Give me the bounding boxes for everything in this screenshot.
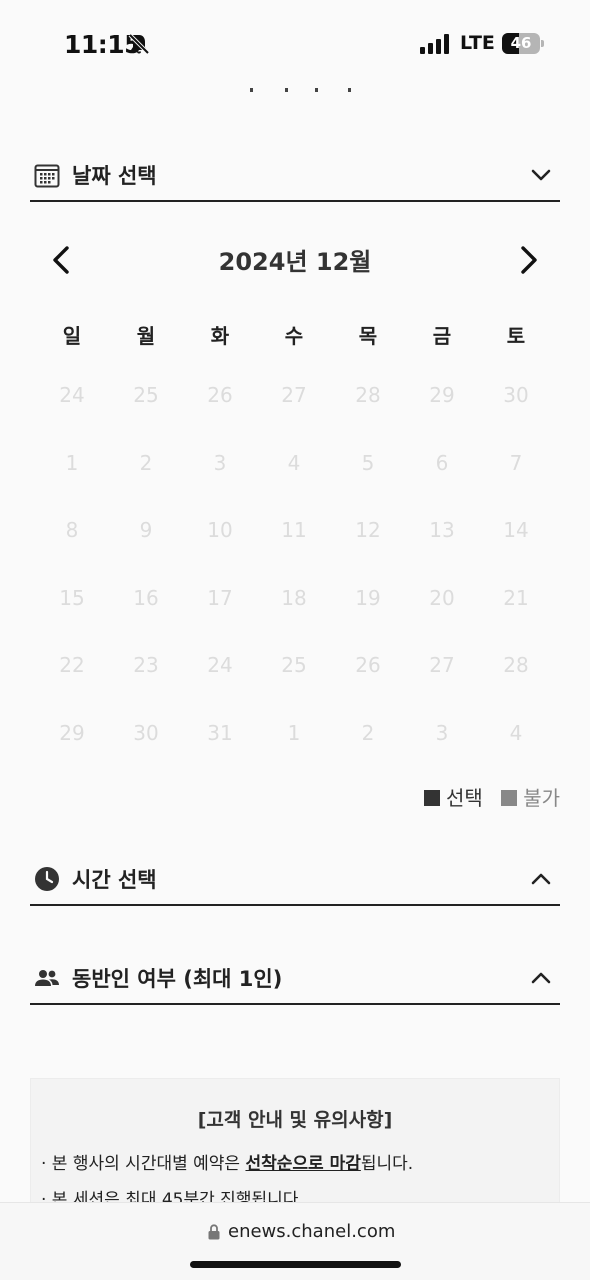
- calendar-day: 5: [361, 450, 375, 475]
- notice-line-1-suffix: 됩니다.: [360, 1154, 414, 1174]
- url-text[interactable]: enews.chanel.com: [228, 1221, 395, 1242]
- weekday-label: 목: [358, 324, 378, 348]
- chevron-up-icon[interactable]: [530, 868, 552, 890]
- status-bar: 11:15 LTE 46: [0, 0, 590, 90]
- calendar-day: 2: [139, 450, 153, 475]
- calendar-day-grid: 24 25 26 27 28 29 30 1 2 3 4 5 6 7 8 9 1…: [35, 380, 553, 785]
- lock-icon: [208, 1224, 220, 1240]
- clock-icon: [35, 867, 59, 891]
- cropped-text-fragment: [240, 84, 360, 94]
- home-indicator: [190, 1261, 401, 1268]
- calendar-day: 7: [509, 450, 523, 475]
- calendar-day: 24: [207, 653, 233, 677]
- calendar-day: 20: [429, 585, 455, 610]
- weekday-header-row: 일 월 화 수 목 금 토: [35, 320, 553, 350]
- calendar-legend: 선택 불가: [412, 782, 560, 811]
- calendar-day: 16: [133, 585, 159, 610]
- calendar-day: 30: [133, 720, 159, 745]
- calendar-day: 24: [59, 383, 85, 407]
- calendar-day: 22: [59, 653, 85, 677]
- calendar-icon: [34, 164, 60, 188]
- calendar-day: 1: [65, 450, 79, 475]
- calendar-day: 1: [287, 720, 301, 745]
- calendar-day: 19: [355, 585, 381, 610]
- battery-icon: 46: [502, 33, 540, 54]
- calendar-day: 25: [281, 653, 307, 677]
- chevron-up-icon[interactable]: [530, 967, 552, 989]
- companion-section-title: 동반인 여부 (최대 1인): [72, 967, 283, 991]
- calendar-day: 30: [503, 383, 529, 407]
- calendar-day: 31: [207, 720, 233, 745]
- calendar-day: 26: [355, 653, 381, 677]
- calendar-day: 28: [503, 653, 529, 677]
- calendar-day: 13: [429, 518, 455, 542]
- legend-unavailable-swatch: [501, 790, 518, 806]
- calendar-month-title: 2024년 12월: [218, 248, 372, 276]
- legend-unavailable-label: 불가: [523, 786, 560, 810]
- weekday-label: 토: [506, 324, 526, 348]
- date-section-header[interactable]: 날짜 선택: [30, 152, 560, 202]
- legend-selected: 선택: [424, 782, 483, 811]
- calendar-day: 26: [207, 383, 233, 407]
- calendar-day: 23: [133, 653, 159, 677]
- time-section-title: 시간 선택: [72, 868, 157, 892]
- calendar-day: 29: [59, 720, 85, 745]
- calendar-day: 27: [281, 383, 307, 407]
- calendar-day: 21: [503, 585, 529, 610]
- calendar-day: 27: [429, 653, 455, 677]
- chevron-down-icon[interactable]: [530, 164, 552, 186]
- signal-bars-icon: [420, 34, 449, 54]
- weekday-label: 금: [432, 324, 452, 348]
- calendar-day: 14: [503, 518, 529, 542]
- calendar-day: 3: [435, 720, 449, 745]
- notice-line-1: · 본 행사의 시간대별 예약은 선착순으로 마감됩니다.: [41, 1149, 413, 1174]
- legend-selected-label: 선택: [446, 786, 483, 810]
- notice-line-1-prefix: · 본 행사의 시간대별 예약은: [41, 1154, 246, 1174]
- bell-slash-icon: [128, 33, 150, 55]
- time-section-header[interactable]: 시간 선택: [30, 856, 560, 906]
- calendar: 2024년 12월 일 월 화 수 목 금 토 24 25 26 27 28 2…: [30, 230, 560, 745]
- calendar-day: 11: [281, 518, 307, 542]
- calendar-day: 3: [213, 450, 227, 475]
- calendar-day: 4: [509, 720, 523, 745]
- notice-line-1-emphasis: 선착순으로 마감: [245, 1154, 361, 1174]
- calendar-nav: 2024년 12월: [30, 230, 560, 290]
- weekday-label: 일: [62, 324, 82, 348]
- companion-section-header[interactable]: 동반인 여부 (최대 1인): [30, 955, 560, 1005]
- calendar-day: 9: [139, 518, 153, 542]
- calendar-day: 6: [435, 450, 449, 475]
- browser-address-bar[interactable]: enews.chanel.com: [0, 1202, 590, 1280]
- calendar-day: 2: [361, 720, 375, 745]
- weekday-label: 화: [210, 324, 230, 348]
- legend-selected-swatch: [424, 790, 441, 806]
- people-icon: [35, 970, 59, 986]
- weekday-label: 월: [136, 324, 156, 348]
- date-section-title: 날짜 선택: [72, 164, 157, 188]
- battery-percent: 46: [510, 34, 532, 52]
- calendar-day: 8: [65, 518, 79, 542]
- battery-tip: [541, 40, 544, 47]
- legend-unavailable: 불가: [501, 782, 560, 811]
- calendar-day: 15: [59, 585, 85, 610]
- calendar-day: 28: [355, 383, 381, 407]
- next-month-icon[interactable]: [516, 244, 542, 276]
- calendar-day: 18: [281, 585, 307, 610]
- calendar-day: 29: [429, 383, 455, 407]
- notice-title: [고객 안내 및 유의사항]: [197, 1109, 393, 1131]
- calendar-day: 12: [355, 518, 381, 542]
- calendar-day: 4: [287, 450, 301, 475]
- weekday-label: 수: [284, 324, 304, 348]
- network-label: LTE: [460, 32, 495, 54]
- calendar-day: 10: [207, 518, 233, 542]
- calendar-day: 17: [207, 585, 233, 610]
- calendar-day: 25: [133, 383, 159, 407]
